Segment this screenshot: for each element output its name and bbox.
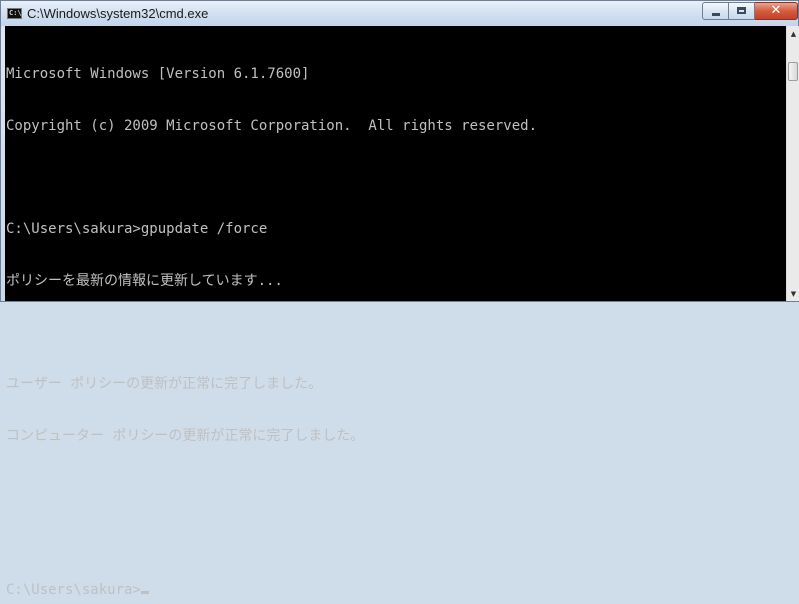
scroll-up-button[interactable]: ▲	[787, 26, 799, 41]
maximize-button[interactable]	[729, 2, 755, 20]
console-line: コンピューター ポリシーの更新が正常に完了しました。	[6, 427, 365, 444]
text-cursor	[140, 591, 149, 595]
window-title: C:\Windows\system32\cmd.exe	[27, 6, 209, 21]
close-icon: ✕	[770, 3, 782, 18]
close-button[interactable]: ✕	[755, 2, 798, 20]
minimize-icon	[712, 13, 720, 16]
console-line: C:\Users\sakura>gpupdate /force	[6, 221, 268, 238]
console-icon[interactable]: C:\	[7, 8, 22, 19]
console-line: ユーザー ポリシーの更新が正常に完了しました。	[6, 375, 323, 392]
console-output: Microsoft Windows [Version 6.1.7600] Cop…	[6, 32, 537, 604]
console-area[interactable]: Microsoft Windows [Version 6.1.7600] Cop…	[5, 26, 786, 598]
scroll-down-button[interactable]: ▼	[787, 286, 799, 301]
window-controls: ✕	[702, 2, 798, 21]
vertical-scrollbar[interactable]: ▲ ▼	[786, 26, 799, 301]
title-bar[interactable]: C:\ C:\Windows\system32\cmd.exe ✕	[1, 1, 798, 26]
prompt-text: C:\Users\sakura>	[6, 582, 141, 599]
console-line: ポリシーを最新の情報に更新しています...	[6, 272, 283, 289]
arrow-down-icon: ▼	[790, 289, 797, 298]
arrow-up-icon: ▲	[790, 29, 797, 38]
minimize-button[interactable]	[702, 2, 729, 20]
cmd-window: C:\ C:\Windows\system32\cmd.exe ✕ Micros…	[0, 0, 799, 598]
console-line: Copyright (c) 2009 Microsoft Corporation…	[6, 118, 538, 134]
maximize-icon	[737, 7, 746, 14]
scroll-thumb[interactable]	[788, 62, 798, 81]
prompt-line[interactable]: C:\Users\sakura>	[6, 582, 537, 599]
console-line: Microsoft Windows [Version 6.1.7600]	[6, 66, 310, 83]
console-icon-text: C:\	[9, 9, 22, 17]
